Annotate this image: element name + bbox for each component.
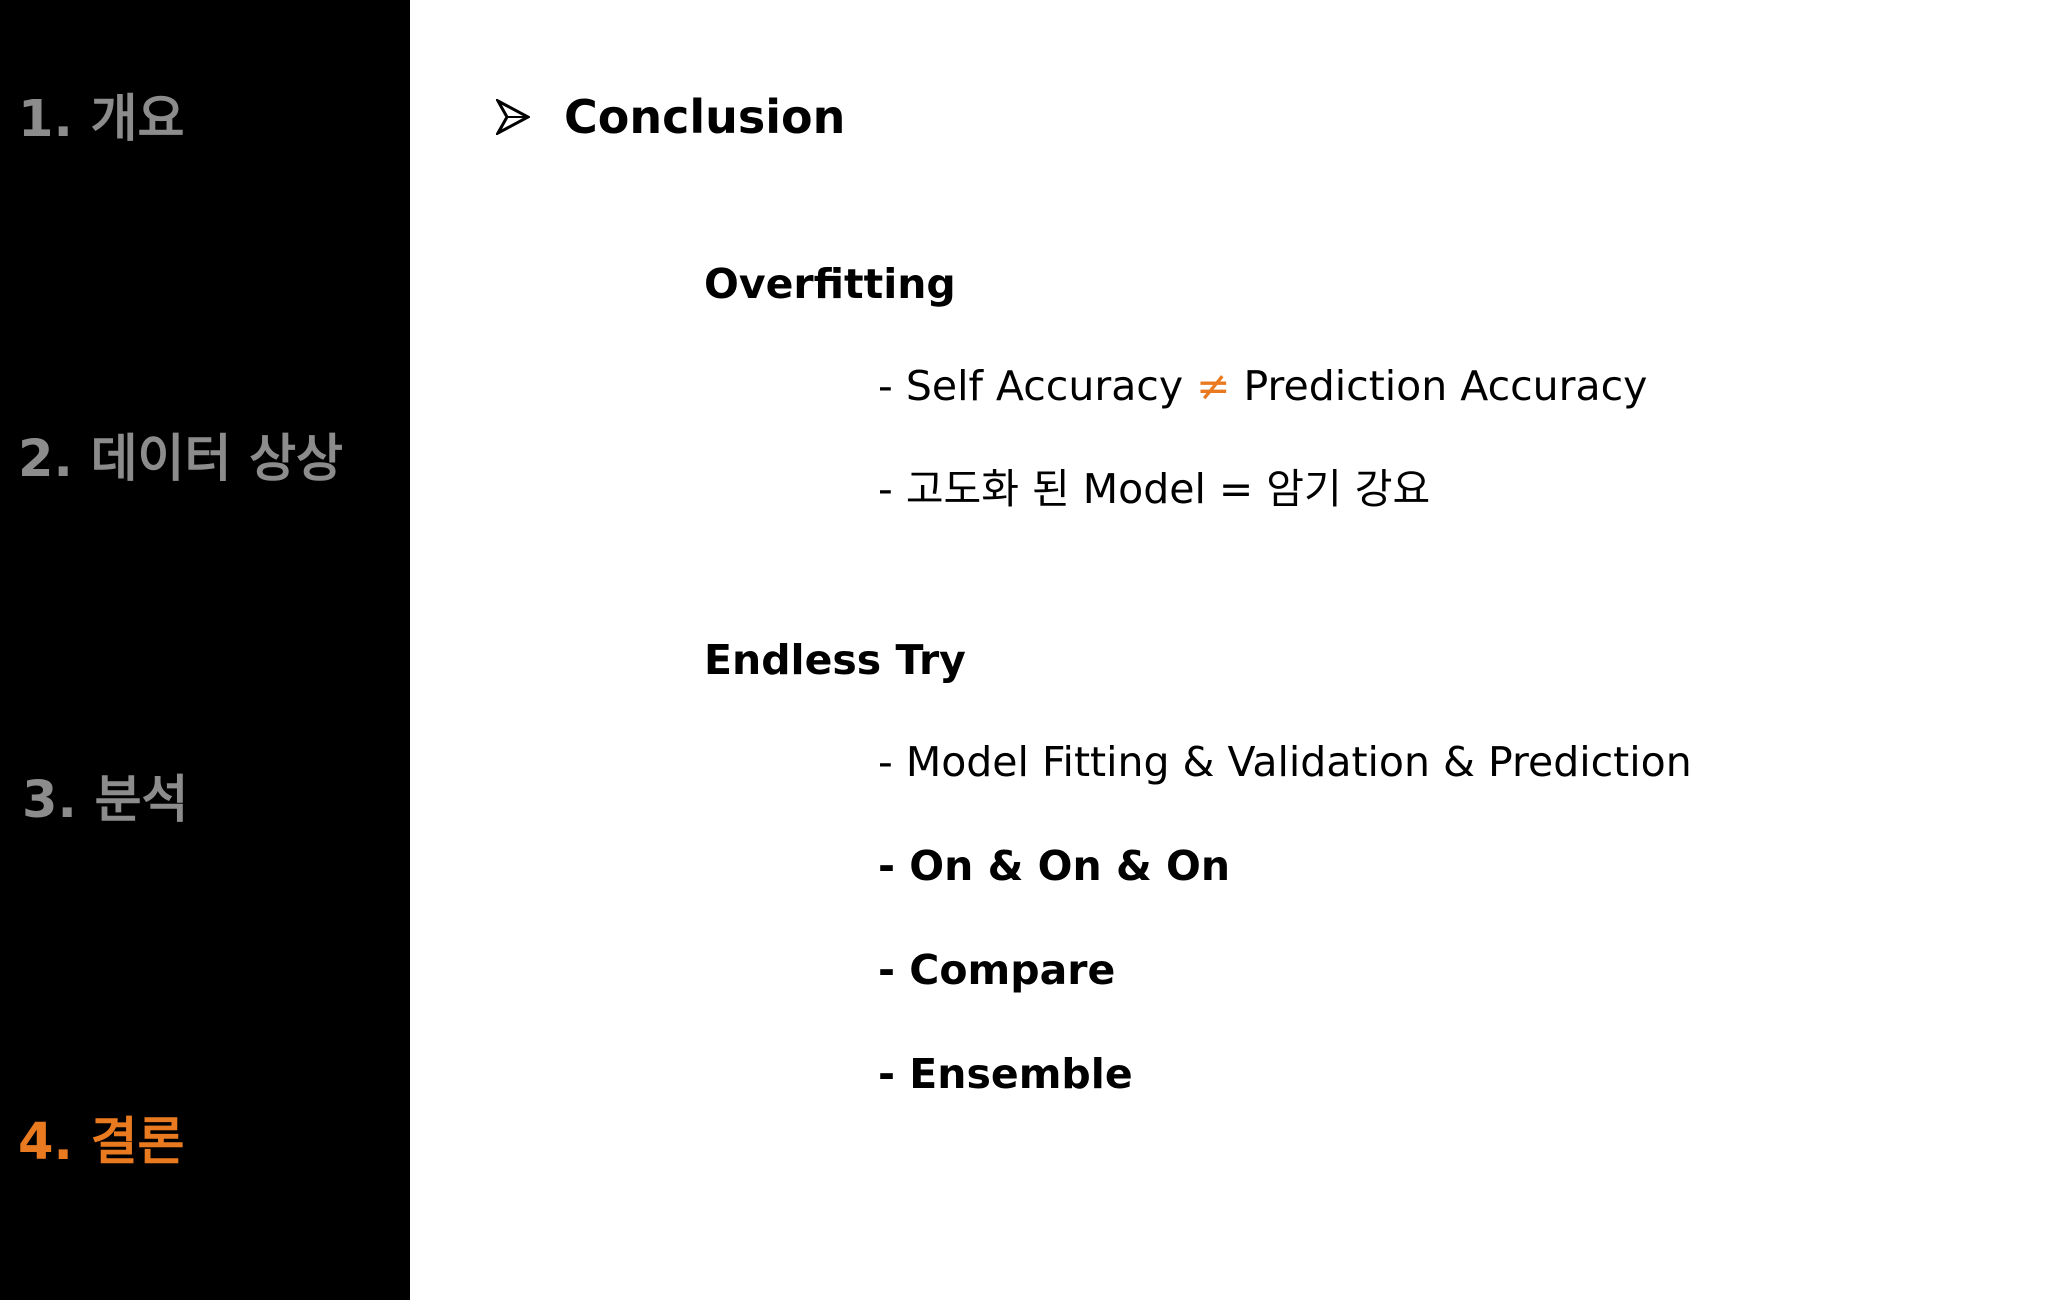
endless-try-point-cycle: - Model Fitting & Validation & Predictio… [878, 738, 1692, 786]
endless-try-point-repeat: - On & On & On [878, 842, 1231, 890]
overfitting-point-accuracy: - Self Accuracy ≠ Prediction Accuracy [878, 362, 1647, 411]
sidebar-nav: 1. 개요 2. 데이터 상상 3. 분석 4. 결론 [0, 0, 410, 1300]
accuracy-text-before: - Self Accuracy [878, 362, 1197, 410]
endless-try-point-compare: - Compare [878, 946, 1116, 994]
arrowhead-bullet-icon [496, 99, 530, 135]
nav-item-data[interactable]: 2. 데이터 상상 [18, 434, 343, 485]
not-equal-symbol: ≠ [1196, 362, 1231, 410]
page-title: Conclusion [564, 90, 846, 144]
overfitting-point-memorization: - 고도화 된 Model = 암기 강요 [878, 465, 1431, 513]
accuracy-text-after: Prediction Accuracy [1230, 362, 1648, 410]
nav-item-conclusion[interactable]: 4. 결론 [18, 1117, 184, 1168]
page-heading: Conclusion [496, 90, 845, 144]
nav-item-overview[interactable]: 1. 개요 [18, 94, 184, 145]
slide: 1. 개요 2. 데이터 상상 3. 분석 4. 결론 Conclusion O… [0, 0, 2048, 1300]
section-title-endless-try: Endless Try [704, 636, 966, 684]
section-title-overfitting: Overfitting [704, 260, 956, 308]
main-content: Conclusion Overfitting - Self Accuracy ≠… [410, 0, 2048, 1300]
nav-item-analysis[interactable]: 3. 분석 [22, 775, 188, 826]
endless-try-point-ensemble: - Ensemble [878, 1050, 1133, 1098]
